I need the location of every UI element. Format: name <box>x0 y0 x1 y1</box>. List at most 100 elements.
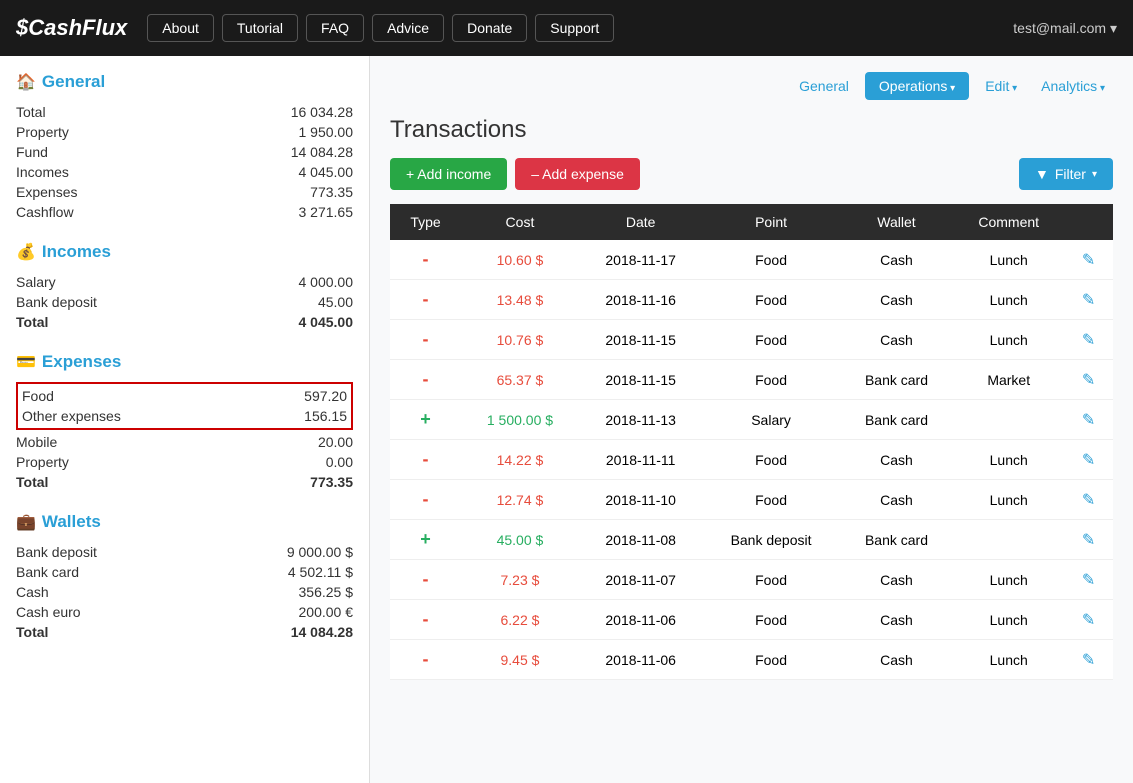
cell-edit[interactable]: ✎ <box>1064 360 1113 400</box>
edit-icon[interactable]: ✎ <box>1082 252 1095 269</box>
cell-edit[interactable]: ✎ <box>1064 480 1113 520</box>
cell-cost: 10.60 $ <box>461 240 579 280</box>
expenses-total-label: Total <box>16 474 48 490</box>
cell-cost: 12.74 $ <box>461 480 579 520</box>
incomes-bank-row: Bank deposit 45.00 <box>16 292 353 312</box>
cell-date: 2018-11-07 <box>579 560 703 600</box>
incomes-salary-value: 4 000.00 <box>299 274 354 290</box>
sidebar-expenses: 💳 Expenses Food 597.20 Other expenses 15… <box>16 352 353 492</box>
col-wallet: Wallet <box>840 204 954 240</box>
cell-edit[interactable]: ✎ <box>1064 520 1113 560</box>
cell-type: - <box>390 240 461 280</box>
nav-about[interactable]: About <box>147 14 214 42</box>
type-indicator: - <box>423 489 429 509</box>
cell-date: 2018-11-11 <box>579 440 703 480</box>
cell-wallet: Cash <box>840 600 954 640</box>
general-fund-row: Fund 14 084.28 <box>16 142 353 162</box>
general-cashflow-value: 3 271.65 <box>299 204 354 220</box>
cell-cost: 14.22 $ <box>461 440 579 480</box>
edit-icon[interactable]: ✎ <box>1082 532 1095 549</box>
logo-symbol: $ <box>16 15 28 40</box>
wallet-cash-label: Cash <box>16 584 49 600</box>
edit-icon[interactable]: ✎ <box>1082 652 1095 669</box>
edit-icon[interactable]: ✎ <box>1082 612 1095 629</box>
col-point: Point <box>702 204 839 240</box>
col-comment: Comment <box>953 204 1064 240</box>
cell-comment: Lunch <box>953 240 1064 280</box>
wallet-bank-deposit-label: Bank deposit <box>16 544 97 560</box>
cell-edit[interactable]: ✎ <box>1064 280 1113 320</box>
edit-icon[interactable]: ✎ <box>1082 292 1095 309</box>
cell-wallet: Cash <box>840 480 954 520</box>
expenses-other-value: 156.15 <box>304 408 347 424</box>
cell-wallet: Cash <box>840 440 954 480</box>
cell-point: Food <box>702 640 839 680</box>
cell-edit[interactable]: ✎ <box>1064 440 1113 480</box>
edit-icon[interactable]: ✎ <box>1082 412 1095 429</box>
edit-icon[interactable]: ✎ <box>1082 452 1095 469</box>
cell-edit[interactable]: ✎ <box>1064 320 1113 360</box>
wallet-total-row: Total 14 084.28 <box>16 622 353 642</box>
expenses-food-label: Food <box>22 388 54 404</box>
edit-icon[interactable]: ✎ <box>1082 572 1095 589</box>
type-indicator: - <box>423 569 429 589</box>
cell-point: Food <box>702 320 839 360</box>
general-expenses-value: 773.35 <box>310 184 353 200</box>
edit-icon[interactable]: ✎ <box>1082 372 1095 389</box>
transactions-table: Type Cost Date Point Wallet Comment - 10… <box>390 204 1113 680</box>
expenses-property-label: Property <box>16 454 69 470</box>
table-row: + 45.00 $ 2018-11-08 Bank deposit Bank c… <box>390 520 1113 560</box>
cell-cost: 7.23 $ <box>461 560 579 600</box>
cell-date: 2018-11-08 <box>579 520 703 560</box>
cell-edit[interactable]: ✎ <box>1064 600 1113 640</box>
user-menu[interactable]: test@mail.com <box>1013 20 1117 37</box>
add-income-button[interactable]: + Add income <box>390 158 507 190</box>
top-nav-edit[interactable]: Edit <box>977 74 1025 98</box>
top-nav-general[interactable]: General <box>791 74 857 98</box>
cell-wallet: Cash <box>840 560 954 600</box>
edit-icon[interactable]: ✎ <box>1082 332 1095 349</box>
cell-edit[interactable]: ✎ <box>1064 640 1113 680</box>
expenses-total-value: 773.35 <box>310 474 353 490</box>
main-content: General Operations Edit Analytics Transa… <box>370 56 1133 783</box>
cell-date: 2018-11-06 <box>579 600 703 640</box>
cell-type: + <box>390 520 461 560</box>
cell-type: - <box>390 480 461 520</box>
nav-donate[interactable]: Donate <box>452 14 527 42</box>
cell-cost: 1 500.00 $ <box>461 400 579 440</box>
general-incomes-label: Incomes <box>16 164 69 180</box>
expenses-highlighted-box: Food 597.20 Other expenses 156.15 <box>16 382 353 430</box>
cell-wallet: Cash <box>840 320 954 360</box>
cell-edit[interactable]: ✎ <box>1064 560 1113 600</box>
general-property-row: Property 1 950.00 <box>16 122 353 142</box>
table-row: - 7.23 $ 2018-11-07 Food Cash Lunch ✎ <box>390 560 1113 600</box>
cell-date: 2018-11-10 <box>579 480 703 520</box>
general-fund-value: 14 084.28 <box>291 144 353 160</box>
general-cashflow-label: Cashflow <box>16 204 74 220</box>
table-row: - 65.37 $ 2018-11-15 Food Bank card Mark… <box>390 360 1113 400</box>
sidebar-expenses-title: 💳 Expenses <box>16 352 353 372</box>
nav-tutorial[interactable]: Tutorial <box>222 14 298 42</box>
nav-faq[interactable]: FAQ <box>306 14 364 42</box>
incomes-total-value: 4 045.00 <box>299 314 354 330</box>
expenses-other-label: Other expenses <box>22 408 121 424</box>
nav-support[interactable]: Support <box>535 14 614 42</box>
filter-button[interactable]: ▼ Filter <box>1019 158 1113 190</box>
nav-advice[interactable]: Advice <box>372 14 444 42</box>
sidebar-general-title: 🏠 General <box>16 72 353 92</box>
cell-date: 2018-11-17 <box>579 240 703 280</box>
cell-comment <box>953 400 1064 440</box>
top-nav-analytics[interactable]: Analytics <box>1033 74 1113 98</box>
add-expense-button[interactable]: – Add expense <box>515 158 640 190</box>
filter-label: Filter <box>1055 166 1086 182</box>
wallet-bank-card-label: Bank card <box>16 564 79 580</box>
cell-edit[interactable]: ✎ <box>1064 400 1113 440</box>
sidebar-incomes: 💰 Incomes Salary 4 000.00 Bank deposit 4… <box>16 242 353 332</box>
header: $CashFlux About Tutorial FAQ Advice Dona… <box>0 0 1133 56</box>
edit-icon[interactable]: ✎ <box>1082 492 1095 509</box>
expenses-property-row: Property 0.00 <box>16 452 353 472</box>
cell-edit[interactable]: ✎ <box>1064 240 1113 280</box>
top-nav-operations[interactable]: Operations <box>865 72 969 100</box>
cell-date: 2018-11-15 <box>579 320 703 360</box>
home-icon: 🏠 <box>16 72 36 92</box>
